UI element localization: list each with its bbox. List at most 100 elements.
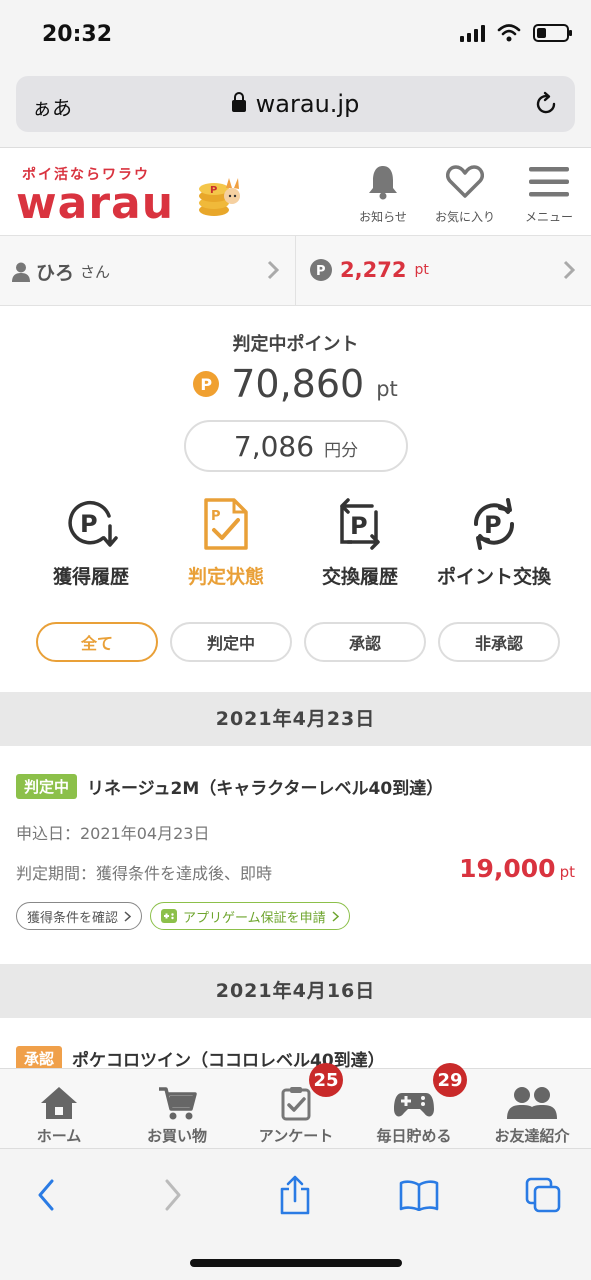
user-points-unit: pt <box>414 262 429 278</box>
forward-button[interactable] <box>143 1173 203 1217</box>
nav-judgment-status-label: 判定状態 <box>187 566 264 588</box>
bottom-tab-bar: ホーム お買い物 アンケート 25 毎日貯める 29 お友達紹介 <box>0 1063 591 1148</box>
pending-points-unit: pt <box>376 377 398 401</box>
point-coin-icon: P <box>310 259 332 281</box>
svg-text:P: P <box>80 510 98 538</box>
cart-icon <box>159 1087 197 1120</box>
clipboard-check-icon <box>281 1087 311 1121</box>
gamepad-icon <box>394 1093 434 1117</box>
tab-shopping[interactable]: お買い物 <box>118 1069 236 1146</box>
chevron-right-icon <box>267 260 279 280</box>
book-icon <box>399 1180 439 1211</box>
menu-button[interactable]: メニュー <box>509 162 589 225</box>
filter-all[interactable]: 全て <box>36 622 158 662</box>
entry-links: 獲得条件を確認 アプリゲーム保証を申請 <box>16 902 350 930</box>
home-indicator <box>190 1259 402 1267</box>
nav-point-exchange[interactable]: P ポイント交換 <box>424 496 564 589</box>
tab-survey[interactable]: アンケート 25 <box>237 1063 355 1146</box>
chevron-right-icon <box>124 910 132 922</box>
nav-acquisition-history-label: 獲得履歴 <box>52 566 129 588</box>
tab-invite-friends[interactable]: お友達紹介 <box>473 1069 591 1146</box>
browser-toolbar <box>0 1148 591 1280</box>
friends-icon <box>507 1087 557 1119</box>
entry-points-unit: pt <box>559 863 575 881</box>
nav-judgment-status[interactable]: P 判定状態 <box>156 496 296 589</box>
tab-daily-earn[interactable]: 毎日貯める 29 <box>355 1063 473 1146</box>
favorites-label: お気に入り <box>434 210 495 224</box>
notifications-button[interactable]: お知らせ <box>343 162 423 225</box>
menu-label: メニュー <box>524 210 573 224</box>
filter-rejected[interactable]: 非承認 <box>438 622 560 662</box>
svg-text:P: P <box>350 512 368 540</box>
battery-icon <box>533 24 572 42</box>
p-download-icon: P <box>68 500 118 547</box>
hamburger-menu-icon <box>529 167 569 197</box>
nav-point-exchange-label: ポイント交換 <box>436 566 551 588</box>
entry-points-value: 19,000 <box>459 854 556 883</box>
chevron-right-icon <box>563 260 575 280</box>
filter-pending[interactable]: 判定中 <box>170 622 292 662</box>
notification-count-badge: 29 <box>433 1063 467 1097</box>
chevron-right-icon <box>332 910 339 922</box>
browser-address-area: ぁあ warau.jp <box>0 72 591 148</box>
nav-acquisition-history[interactable]: P 獲得履歴 <box>21 496 161 589</box>
game-guarantee-button[interactable]: アプリゲーム保証を申請 <box>150 902 350 930</box>
user-icon <box>12 262 30 282</box>
date-header: 2021年4月23日 <box>0 692 591 746</box>
yen-equivalent-value: 7,086 <box>233 429 315 463</box>
tab-invite-friends-label: お友達紹介 <box>494 1127 570 1145</box>
cellular-signal-icon <box>460 24 485 42</box>
user-name-block: ひろ さん <box>12 258 110 285</box>
notification-count-badge: 25 <box>309 1063 343 1097</box>
svg-text:P: P <box>211 509 221 524</box>
logo[interactable]: warau <box>16 178 174 229</box>
entry-apply-date: 申込日：2021年04月23日 <box>16 824 210 843</box>
user-points-block: P 2,272 pt <box>310 258 429 282</box>
list-item[interactable]: 承認 ポケコロツイン（ココロレベル40到達） <box>0 1046 591 1068</box>
check-conditions-button[interactable]: 獲得条件を確認 <box>16 902 143 930</box>
check-conditions-label: 獲得条件を確認 <box>27 910 119 926</box>
status-badge: 判定中 <box>16 774 78 799</box>
pending-points-total: P 70,860 pt <box>0 362 591 406</box>
entry-points: 19,000 pt <box>459 854 575 883</box>
status-time: 20:32 <box>42 22 113 47</box>
reload-icon[interactable] <box>533 91 559 117</box>
game-guarantee-label: アプリゲーム保証を申請 <box>183 910 326 926</box>
notifications-label: お知らせ <box>359 210 407 224</box>
user-points-value: 2,272 <box>340 258 407 282</box>
user-points-link[interactable]: P 2,272 pt <box>295 236 591 305</box>
url-text: warau.jp <box>255 90 360 118</box>
back-button[interactable] <box>16 1173 76 1217</box>
bookmarks-button[interactable] <box>389 1173 449 1217</box>
nav-exchange-history[interactable]: P 交換履歴 <box>290 496 430 589</box>
share-button[interactable] <box>265 1173 325 1217</box>
address-bar[interactable]: ぁあ warau.jp <box>16 76 575 132</box>
tab-home[interactable]: ホーム <box>0 1069 118 1146</box>
status-icons <box>460 24 572 42</box>
tab-survey-label: アンケート <box>258 1127 334 1145</box>
filter-approved[interactable]: 承認 <box>304 622 426 662</box>
user-profile-link[interactable]: ひろ さん <box>0 236 295 305</box>
p-check-document-icon: P <box>204 498 248 550</box>
bell-icon <box>369 166 397 200</box>
status-badge: 承認 <box>16 1046 63 1068</box>
pending-points-value: 70,860 <box>231 362 365 406</box>
list-item[interactable]: 判定中 リネージュ2M（キャラクターレベル40到達） 申込日：2021年04月2… <box>0 774 591 934</box>
status-filter-group: 全て 判定中 承認 非承認 <box>36 622 560 662</box>
tabs-button[interactable] <box>513 1173 573 1217</box>
tab-home-label: ホーム <box>36 1127 82 1145</box>
lock-icon <box>231 92 246 112</box>
user-honorific: さん <box>80 263 111 281</box>
url-field[interactable]: warau.jp <box>16 90 575 118</box>
favorites-button[interactable]: お気に入り <box>425 162 505 225</box>
entry-title: ポケコロツイン（ココロレベル40到達） <box>72 1051 385 1068</box>
share-icon <box>280 1175 310 1215</box>
home-icon <box>41 1087 77 1119</box>
entry-judgment-period: 判定期間：獲得条件を達成後、即時 <box>16 864 273 883</box>
date-header: 2021年4月16日 <box>0 964 591 1018</box>
entry-title: リネージュ2M（キャラクターレベル40到達） <box>87 779 444 799</box>
nav-exchange-history-label: 交換履歴 <box>321 566 398 588</box>
yen-equivalent-unit: 円分 <box>324 440 359 461</box>
user-info-row: ひろ さん P 2,272 pt <box>0 236 591 306</box>
chevron-right-icon <box>165 1179 181 1211</box>
